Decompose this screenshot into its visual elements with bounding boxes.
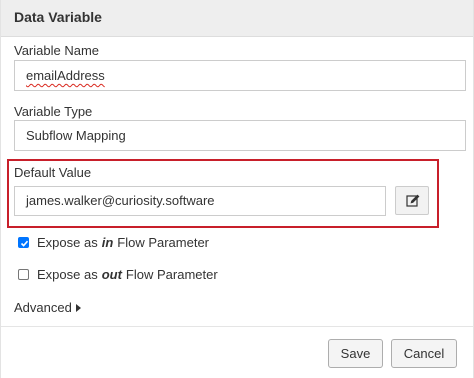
save-button[interactable]: Save: [328, 339, 383, 368]
expose-out-checkbox[interactable]: [18, 269, 29, 280]
checkmark-icon: [20, 240, 29, 247]
cancel-button[interactable]: Cancel: [391, 339, 457, 368]
advanced-toggle[interactable]: Advanced: [14, 300, 81, 315]
expose-out-prefix: Expose as: [37, 267, 98, 282]
expose-in-row[interactable]: Expose as in Flow Parameter: [18, 235, 209, 250]
default-value-text: james.walker@curiosity.software: [26, 193, 215, 208]
data-variable-dialog: Data Variable Variable Name emailAddress…: [0, 0, 474, 378]
variable-name-label: Variable Name: [14, 43, 100, 58]
expose-in-checkbox[interactable]: [18, 237, 29, 248]
caret-right-icon: [75, 303, 81, 312]
expose-out-row[interactable]: Expose as out Flow Parameter: [18, 267, 218, 282]
default-value-label: Default Value: [14, 165, 92, 180]
dialog-title: Data Variable: [14, 9, 102, 25]
variable-type-label: Variable Type: [14, 104, 93, 119]
variable-name-input[interactable]: emailAddress: [14, 60, 466, 91]
expose-out-suffix: Flow Parameter: [125, 267, 218, 282]
expose-in-keyword: in: [101, 235, 114, 250]
edit-default-value-button[interactable]: [395, 186, 429, 215]
dialog-header: Data Variable: [1, 0, 473, 37]
expose-in-prefix: Expose as: [37, 235, 98, 250]
expose-in-suffix: Flow Parameter: [117, 235, 210, 250]
default-value-input[interactable]: james.walker@curiosity.software: [14, 186, 386, 216]
footer-divider: [1, 326, 473, 327]
variable-name-value: emailAddress: [26, 68, 105, 83]
pencil-edit-icon: [406, 194, 420, 207]
variable-type-field[interactable]: Subflow Mapping: [14, 120, 466, 151]
expose-out-keyword: out: [101, 267, 122, 282]
advanced-label: Advanced: [14, 300, 72, 315]
variable-type-value: Subflow Mapping: [26, 128, 126, 143]
